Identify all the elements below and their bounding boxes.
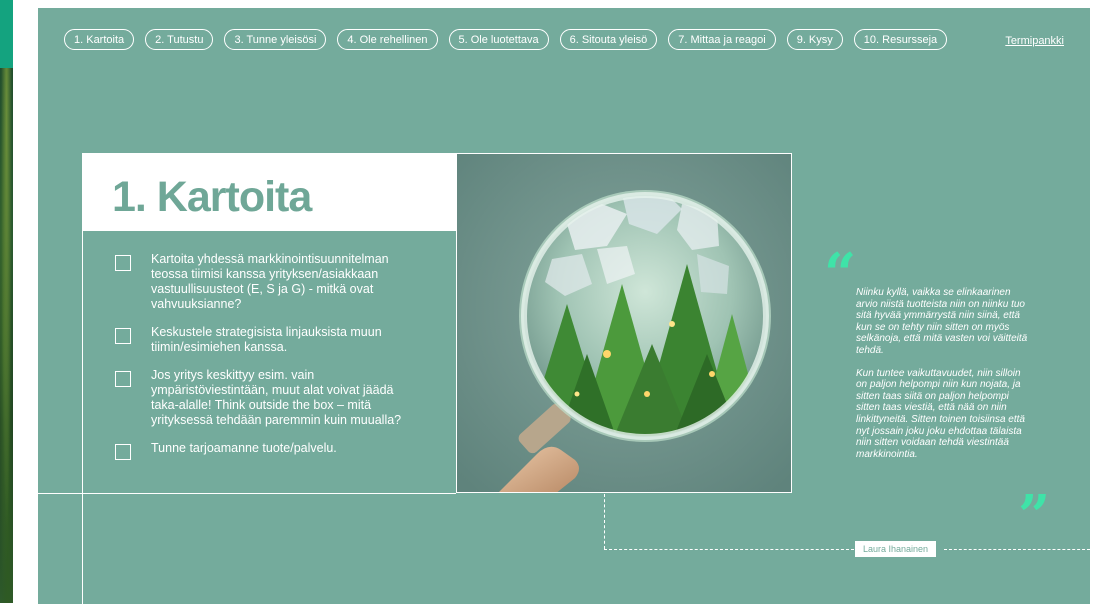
section-nav: 1. Kartoita 2. Tutustu 3. Tunne yleisösi… [64,29,948,50]
nav-pill-mittaa-ja-reagoi[interactable]: 7. Mittaa ja reagoi [668,29,776,50]
checklist-item-text: Kartoita yhdessä markkinointisuunnitelma… [151,252,389,311]
quote-close-mark: ” [1018,483,1051,549]
slide: 1. Kartoita 2. Tutustu 3. Tunne yleisösi… [38,8,1090,604]
section-title-box: 1. Kartoita [82,153,456,231]
dashed-connector [604,494,605,549]
checklist-item: Keskustele strategisista linjauksista mu… [115,325,415,355]
checklist-item-text: Keskustele strategisista linjauksista mu… [151,325,382,354]
dashed-connector [944,549,1090,550]
nav-pill-ole-rehellinen[interactable]: 4. Ole rehellinen [337,29,438,50]
magnifier-illustration [457,154,791,492]
checklist-item: Tunne tarjoamanne tuote/palvelu. [115,441,415,460]
nav-pill-tutustu[interactable]: 2. Tutustu [145,29,214,50]
nav-pill-sitouta-yleiso[interactable]: 6. Sitouta yleisö [559,29,658,50]
checklist-panel: Kartoita yhdessä markkinointisuunnitelma… [82,231,456,493]
accent-bar [0,0,13,68]
section-title: 1. Kartoita [112,173,312,221]
checkbox[interactable] [115,328,131,344]
nav-pill-tunne-yleisosi[interactable]: 3. Tunne yleisösi [224,29,327,50]
nav-pill-ole-luotettava[interactable]: 5. Ole luotettava [448,29,549,50]
nav-pill-kartoita[interactable]: 1. Kartoita [64,29,135,50]
term-bank-link[interactable]: Termipankki [1005,35,1064,47]
checklist-item: Jos yritys keskittyy esim. vain ympärist… [115,368,415,428]
nav-pill-kysy[interactable]: 9. Kysy [786,29,843,50]
checkbox[interactable] [115,255,131,271]
nav-pill-resursseja[interactable]: 10. Resursseja [853,29,948,50]
checklist: Kartoita yhdessä markkinointisuunnitelma… [115,252,415,473]
checklist-item-text: Tunne tarjoamanne tuote/palvelu. [151,441,337,455]
dashed-connector [604,549,854,550]
checklist-item-text: Jos yritys keskittyy esim. vain ympärist… [151,368,402,427]
divider-line [82,493,83,604]
quote-open-mark: “ [824,241,857,307]
checkbox[interactable] [115,371,131,387]
quote-text: Niinku kyllä, vaikka se elinkaarinen arv… [856,287,1028,471]
quote-paragraph: Kun tuntee vaikuttavuudet, niin silloin … [856,367,1025,460]
quote-author: Laura Ihanainen [855,541,937,557]
background-photo-strip [0,0,13,603]
checklist-item: Kartoita yhdessä markkinointisuunnitelma… [115,252,415,312]
checkbox[interactable] [115,444,131,460]
divider-line [38,493,456,494]
magnifier-forest-image [456,153,792,493]
quote-paragraph: Niinku kyllä, vaikka se elinkaarinen arv… [856,287,1028,356]
